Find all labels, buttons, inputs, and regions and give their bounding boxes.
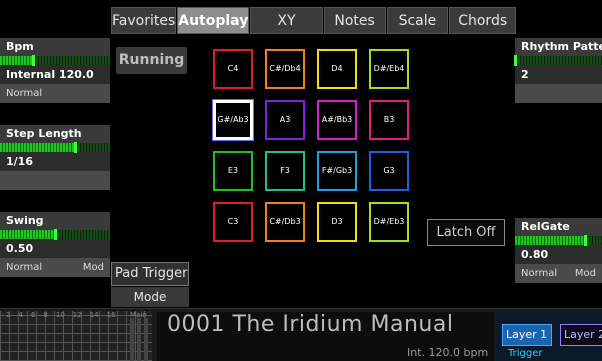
relgate-label: RelGate [515, 218, 602, 236]
rhythm-pattern-value[interactable]: 2 [515, 65, 602, 84]
tempo-readout: Int. 120.0 bpm [407, 346, 489, 359]
note-pad[interactable]: F#/Gb3 [317, 151, 357, 191]
bpm-mode-label: Normal [6, 88, 43, 99]
note-pad[interactable]: B3 [369, 100, 409, 140]
latch-button[interactable]: Latch Off [427, 219, 505, 246]
step-number: 2 [6, 311, 11, 319]
step-numbers: 2 4 6 8 10 12 14 16 [6, 311, 116, 319]
note-pad[interactable]: C4 [213, 49, 253, 89]
swing-value[interactable]: 0.50 [0, 239, 110, 258]
tab-scale[interactable]: Scale [386, 7, 449, 34]
note-pad[interactable]: D3 [317, 202, 357, 242]
tab-chords[interactable]: Chords [449, 7, 516, 34]
step-length-empty-slot [0, 171, 110, 190]
step-number: 6 [30, 311, 36, 319]
note-pad[interactable]: D4 [317, 49, 357, 89]
left-parameter-panel: Bpm Internal 120.0 Normal Step Length 1/… [0, 38, 110, 277]
top-tab-bar: Favorites Autoplay XY Notes Scale Chords [111, 7, 516, 34]
note-pad[interactable]: E3 [213, 151, 253, 191]
note-pad[interactable]: C3 [213, 202, 253, 242]
note-pad-grid: C4 C#/Db4 D4 D#/Eb4 G#/Ab3 A3 A#/Bb3 B3 E3 F3 F#/G… [210, 46, 415, 246]
note-pad[interactable]: C#/Db3 [265, 202, 305, 242]
rhythm-empty-slot [515, 84, 602, 103]
layer-1-button[interactable]: Layer 1 [502, 324, 552, 346]
step-number: 4 [18, 311, 23, 319]
step-length-label: Step Length [0, 125, 110, 143]
note-pad[interactable]: F3 [265, 151, 305, 191]
step-column-marker [130, 318, 134, 361]
step-number: 8 [43, 311, 48, 319]
note-pad[interactable]: C#/Db4 [265, 49, 305, 89]
bpm-meter[interactable] [0, 55, 110, 66]
note-pad[interactable]: G3 [369, 151, 409, 191]
step-number: 14 [89, 311, 99, 319]
trigger-label[interactable]: Trigger [508, 348, 543, 359]
tab-notes[interactable]: Notes [323, 7, 386, 34]
right-parameter-panel: Rhythm Patter 2 RelGate 0.80 Normal Mod [514, 38, 602, 283]
step-length-meter[interactable] [0, 142, 110, 153]
relgate-mod-label[interactable]: Mod [575, 264, 596, 283]
relgate-value[interactable]: 0.80 [515, 245, 602, 264]
swing-meter[interactable] [0, 229, 110, 240]
step-length-value[interactable]: 1/16 [0, 152, 110, 171]
step-column-marker [137, 318, 141, 361]
rhythm-pattern-label: Rhythm Patter [515, 38, 602, 56]
preset-title[interactable]: 0001 The Iridium Manual [167, 312, 453, 337]
step-number: 16 [106, 311, 116, 319]
note-pad[interactable]: D#/Eb4 [369, 49, 409, 89]
tab-favorites[interactable]: Favorites [111, 7, 177, 34]
swing-mod-label[interactable]: Mod [83, 258, 104, 277]
swing-mode-label: Normal [6, 262, 43, 273]
layer-2-button[interactable]: Layer 2 [560, 324, 602, 346]
step-number: 12 [72, 311, 82, 319]
swing-mode[interactable]: Normal Mod [0, 258, 110, 277]
bpm-mode[interactable]: Normal [0, 84, 110, 103]
note-pad[interactable]: D#/Eb3 [369, 202, 409, 242]
step-number: 10 [55, 311, 65, 319]
tab-xy[interactable]: XY [250, 7, 323, 34]
tab-autoplay[interactable]: Autoplay [177, 7, 250, 34]
note-pad[interactable]: A#/Bb3 [317, 100, 357, 140]
note-pad[interactable]: G#/Ab3 [213, 100, 253, 140]
swing-label: Swing [0, 212, 110, 230]
pad-trigger-button[interactable]: Pad Trigger [111, 262, 189, 286]
mode-label[interactable]: Mode [111, 287, 189, 307]
step-column-marker [144, 318, 148, 361]
note-pad[interactable]: A3 [265, 100, 305, 140]
relgate-mode-label: Normal [521, 268, 558, 279]
relgate-meter[interactable] [515, 235, 602, 246]
relgate-mode[interactable]: Normal Mod [515, 264, 602, 283]
running-button[interactable]: Running [116, 47, 187, 74]
bpm-label: Bpm [0, 38, 110, 56]
rhythm-pattern-meter[interactable] [514, 55, 602, 66]
bpm-value[interactable]: Internal 120.0 [0, 65, 110, 84]
